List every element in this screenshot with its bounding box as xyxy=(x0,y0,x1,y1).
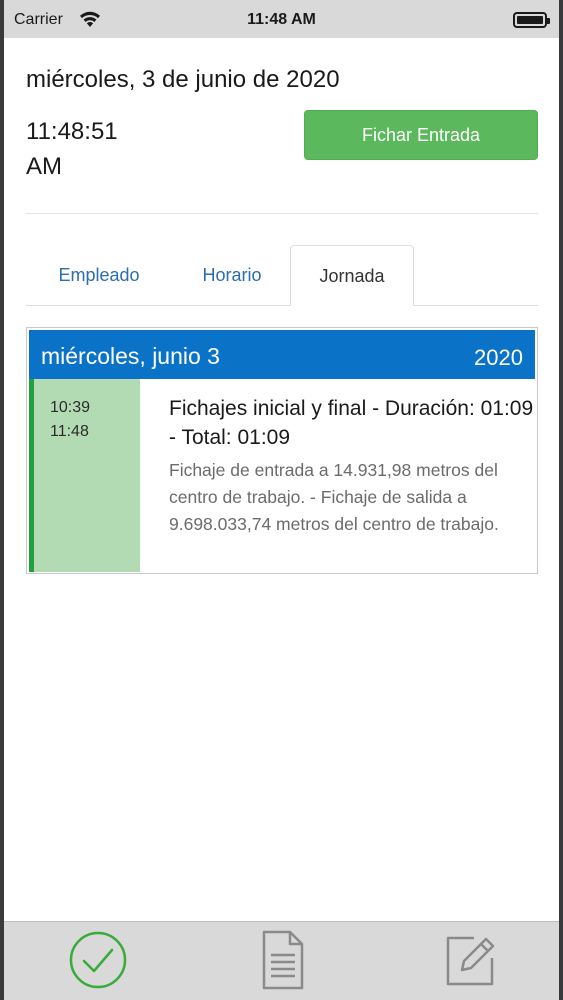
workday-date: miércoles, junio 3 xyxy=(41,343,220,369)
current-date: miércoles, 3 de junio de 2020 xyxy=(26,66,340,93)
workday-panel: miércoles, junio 3 2020 10:39 11:48 Fich… xyxy=(26,327,538,574)
document-icon xyxy=(262,930,304,990)
edit-icon xyxy=(446,936,495,986)
bottom-tab-clock[interactable] xyxy=(66,928,130,992)
tab-schedule[interactable]: Horario xyxy=(172,245,292,306)
current-time-value: 11:48:51 xyxy=(26,118,118,145)
app-screen: Carrier 11:48 AM miércoles, 3 de junio d… xyxy=(4,0,559,1000)
tab-employee[interactable]: Empleado xyxy=(26,245,172,306)
entry-detail: Fichaje de entrada a 14.931,98 metros de… xyxy=(169,460,499,534)
bottom-tab-bar xyxy=(4,921,559,1000)
punch-in-time: 10:39 xyxy=(50,399,91,416)
bottom-tab-edit[interactable] xyxy=(436,928,500,992)
status-bar: Carrier 11:48 AM xyxy=(4,0,559,38)
tab-strip: Empleado Horario Jornada xyxy=(26,245,538,306)
tab-workday[interactable]: Jornada xyxy=(290,245,414,306)
entry-summary: Fichajes inicial y final - Duración: 01:… xyxy=(169,397,534,449)
battery-icon xyxy=(513,12,550,28)
header-divider xyxy=(26,213,538,214)
check-circle-icon xyxy=(69,931,127,989)
punch-out-time: 11:48 xyxy=(50,423,89,440)
workday-header: miércoles, junio 3 2020 xyxy=(29,330,535,379)
current-time: 11:48:51 AM xyxy=(26,114,186,184)
punch-times: 10:39 11:48 xyxy=(29,379,140,572)
workday-year: 2020 xyxy=(474,345,523,370)
status-time: 11:48 AM xyxy=(247,11,316,28)
bottom-tab-records[interactable] xyxy=(250,928,314,992)
clock-in-button[interactable]: Fichar Entrada xyxy=(304,110,538,160)
current-time-meridiem: AM xyxy=(26,153,62,180)
